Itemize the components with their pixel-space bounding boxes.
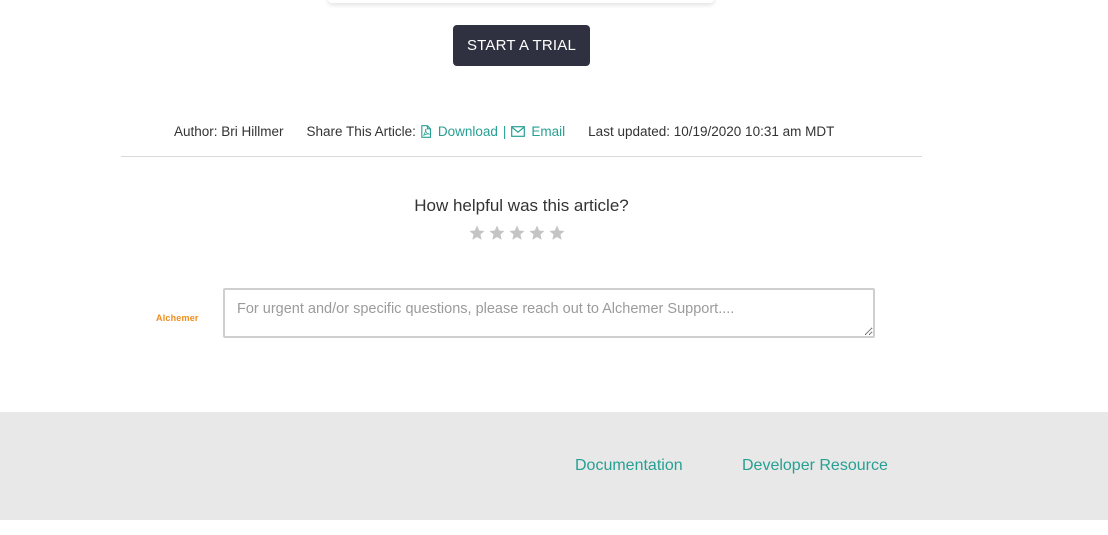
start-trial-button[interactable]: START A TRIAL	[453, 25, 590, 66]
star-icon[interactable]	[488, 224, 506, 242]
star-rating[interactable]	[468, 224, 566, 242]
email-label: Email	[531, 123, 566, 139]
link-separator: |	[502, 123, 507, 139]
last-updated: Last updated: 10/19/2020 10:31 am MDT	[588, 123, 835, 139]
site-footer: Documentation Developer Resource	[0, 412, 1108, 520]
star-icon[interactable]	[528, 224, 546, 242]
content-card-bottom-edge	[328, 0, 714, 3]
pdf-file-icon	[421, 124, 431, 138]
download-link[interactable]: Download	[420, 124, 498, 139]
alchemer-logo: Alchemer	[156, 313, 199, 323]
author-label: Author: Bri Hillmer	[174, 123, 284, 139]
star-icon[interactable]	[548, 224, 566, 242]
footer-link-documentation[interactable]: Documentation	[575, 457, 683, 475]
star-icon[interactable]	[468, 224, 486, 242]
download-label: Download	[437, 123, 498, 139]
footer-link-developer-resource[interactable]: Developer Resource	[742, 457, 888, 475]
section-divider	[121, 156, 922, 157]
share-label: Share This Article:	[306, 123, 416, 139]
email-link[interactable]: Email	[511, 124, 565, 139]
rating-question: How helpful was this article?	[414, 196, 629, 215]
star-icon[interactable]	[508, 224, 526, 242]
article-meta: Author: Bri Hillmer Share This Article: …	[174, 122, 834, 140]
support-question-input[interactable]	[223, 288, 875, 338]
envelope-icon	[511, 125, 526, 137]
